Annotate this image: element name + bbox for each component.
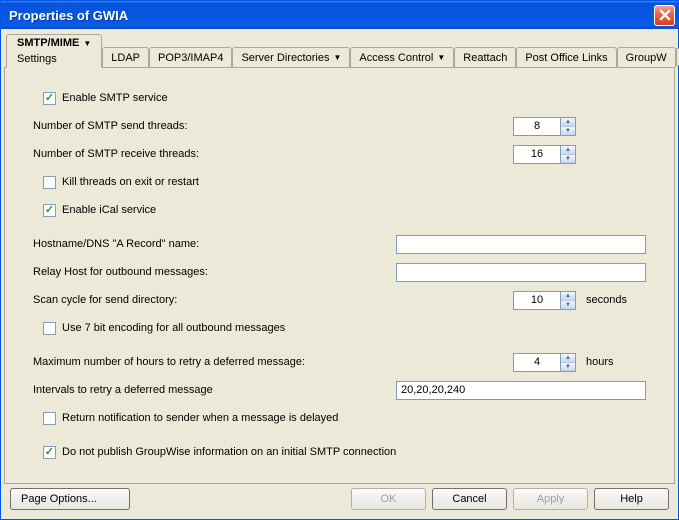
tab-label: POP3/IMAP4 [158,52,223,64]
help-button[interactable]: Help [594,488,669,510]
tab-groupwise-truncated[interactable]: GroupW [617,47,676,67]
tab-sublabel: Settings [17,53,57,65]
tab-access-control[interactable]: Access Control ▼ [350,47,454,67]
scan-cycle-input[interactable] [513,291,561,310]
tab-strip: SMTP/MIME ▼ Settings LDAP POP3/IMAP4 Ser… [4,32,675,68]
dropdown-icon: ▼ [333,53,341,62]
use7bit-checkbox[interactable] [43,322,56,335]
send-threads-label: Number of SMTP send threads: [33,120,393,132]
tab-smtp-mime[interactable]: SMTP/MIME ▼ Settings [6,34,102,68]
tab-server-directories[interactable]: Server Directories ▼ [232,47,350,67]
dropdown-icon: ▼ [83,39,91,48]
tab-label: Reattach [463,52,507,64]
enable-ical-checkbox[interactable] [43,204,56,217]
cancel-button[interactable]: Cancel [432,488,507,510]
no-publish-row: Do not publish GroupWise information on … [43,442,646,462]
enable-smtp-checkbox[interactable] [43,92,56,105]
page-options-button[interactable]: Page Options... [10,488,130,510]
enable-ical-label: Enable iCal service [62,204,156,216]
return-notif-label: Return notification to sender when a mes… [62,412,338,424]
close-icon [659,9,671,21]
tab-label: LDAP [111,52,140,64]
relay-host-input[interactable] [396,263,646,282]
tab-scroll-controls: ◄ ► [676,48,679,67]
dialog-window: Properties of GWIA SMTP/MIME ▼ Settings … [0,0,679,520]
hostname-input[interactable] [396,235,646,254]
use7bit-row: Use 7 bit encoding for all outbound mess… [43,318,646,338]
scan-cycle-label: Scan cycle for send directory: [33,294,393,306]
tab-content: Enable SMTP service Number of SMTP send … [4,68,675,484]
return-notif-checkbox[interactable] [43,412,56,425]
max-hours-label: Maximum number of hours to retry a defer… [33,356,393,368]
relay-host-row: Relay Host for outbound messages: [33,262,646,282]
max-hours-spinner[interactable]: ▲▼ [561,353,576,372]
apply-button[interactable]: Apply [513,488,588,510]
spinner-down-icon[interactable]: ▼ [561,127,575,135]
enable-smtp-row: Enable SMTP service [43,88,646,108]
kill-threads-label: Kill threads on exit or restart [62,176,199,188]
intervals-label: Intervals to retry a deferred message [33,384,393,396]
tab-reattach[interactable]: Reattach [454,47,516,67]
spinner-down-icon[interactable]: ▼ [561,301,575,309]
relay-host-label: Relay Host for outbound messages: [33,266,393,278]
tab-label: Server Directories [241,52,329,64]
recv-threads-label: Number of SMTP receive threads: [33,148,393,160]
tab-post-office-links[interactable]: Post Office Links [516,47,616,67]
send-threads-spinner[interactable]: ▲▼ [561,117,576,136]
tab-label: Post Office Links [525,52,607,64]
max-hours-input[interactable] [513,353,561,372]
tab-label: Access Control [359,52,433,64]
tab-label: GroupW [626,52,667,64]
intervals-input[interactable] [396,381,646,400]
button-bar: Page Options... OK Cancel Apply Help [4,484,675,516]
scan-cycle-spinner[interactable]: ▲▼ [561,291,576,310]
hostname-label: Hostname/DNS "A Record" name: [33,238,393,250]
scan-cycle-row: Scan cycle for send directory: ▲▼ second… [33,290,646,310]
tab-ldap[interactable]: LDAP [102,47,149,67]
no-publish-label: Do not publish GroupWise information on … [62,446,396,458]
hostname-row: Hostname/DNS "A Record" name: [33,234,646,254]
send-threads-input[interactable] [513,117,561,136]
tab-scroll-left[interactable]: ◄ [676,48,679,66]
window-title: Properties of GWIA [9,8,654,23]
spinner-up-icon[interactable]: ▲ [561,292,575,301]
scan-cycle-unit: seconds [586,294,646,306]
kill-threads-row: Kill threads on exit or restart [43,172,646,192]
use7bit-label: Use 7 bit encoding for all outbound mess… [62,322,285,334]
enable-smtp-label: Enable SMTP service [62,92,168,104]
intervals-row: Intervals to retry a deferred message [33,380,646,400]
no-publish-checkbox[interactable] [43,446,56,459]
spinner-down-icon[interactable]: ▼ [561,363,575,371]
recv-threads-spinner[interactable]: ▲▼ [561,145,576,164]
spinner-up-icon[interactable]: ▲ [561,118,575,127]
spinner-down-icon[interactable]: ▼ [561,155,575,163]
max-hours-unit: hours [586,356,646,368]
max-hours-row: Maximum number of hours to retry a defer… [33,352,646,372]
tab-pop3-imap4[interactable]: POP3/IMAP4 [149,47,232,67]
send-threads-row: Number of SMTP send threads: ▲▼ [33,116,646,136]
tab-label: SMTP/MIME [17,37,79,49]
kill-threads-checkbox[interactable] [43,176,56,189]
ok-button[interactable]: OK [351,488,426,510]
recv-threads-row: Number of SMTP receive threads: ▲▼ [33,144,646,164]
enable-ical-row: Enable iCal service [43,200,646,220]
close-button[interactable] [654,5,675,26]
return-notif-row: Return notification to sender when a mes… [43,408,646,428]
spinner-up-icon[interactable]: ▲ [561,146,575,155]
recv-threads-input[interactable] [513,145,561,164]
spinner-up-icon[interactable]: ▲ [561,354,575,363]
titlebar: Properties of GWIA [1,1,678,29]
dropdown-icon: ▼ [437,53,445,62]
client-area: SMTP/MIME ▼ Settings LDAP POP3/IMAP4 Ser… [1,29,678,519]
